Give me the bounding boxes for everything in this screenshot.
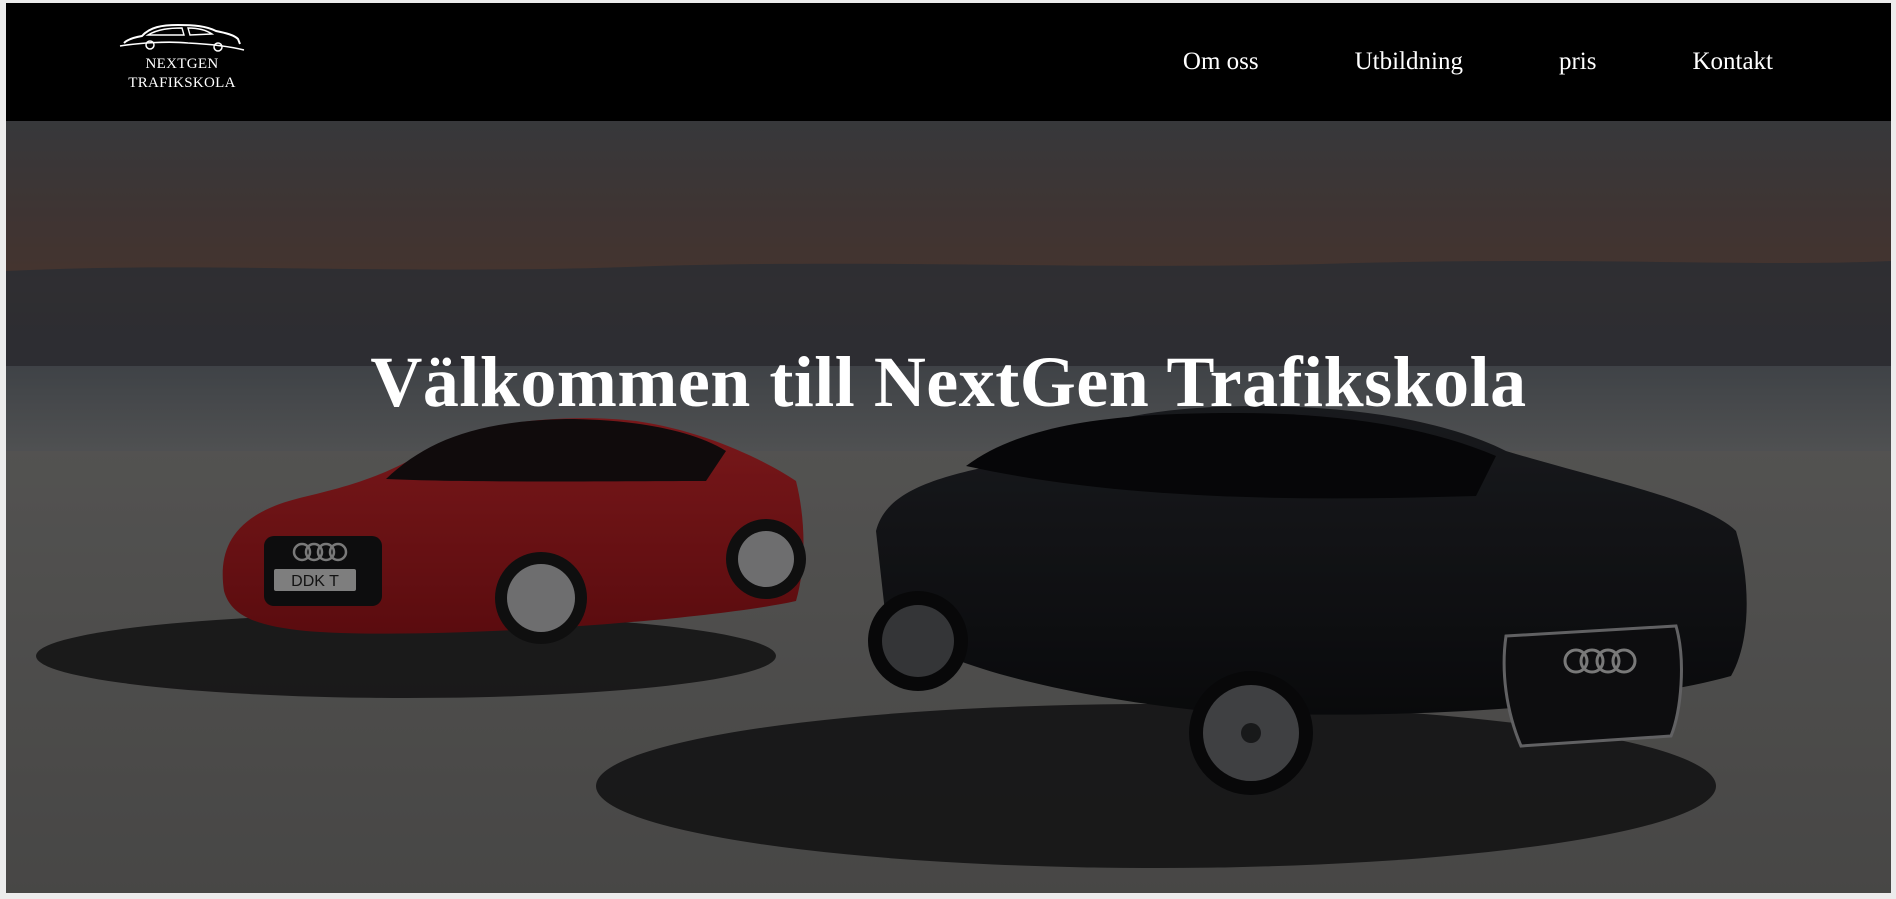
brand-logo[interactable]: NEXTGEN TRAFIKSKOLA (118, 17, 246, 97)
brand-wordmark: NEXTGEN TRAFIKSKOLA (118, 55, 246, 93)
site-header: NEXTGEN TRAFIKSKOLA Om oss Utbildning pr… (6, 3, 1891, 121)
hero-title: Välkommen till NextGen Trafikskola (370, 342, 1527, 422)
nav-link-om-oss[interactable]: Om oss (1183, 48, 1259, 76)
hero-background-image: DDK T (6, 121, 1891, 893)
nav-link-pris[interactable]: pris (1559, 48, 1597, 76)
car-silhouette-icon (119, 23, 245, 52)
nav-link-kontakt[interactable]: Kontakt (1692, 48, 1773, 76)
brand-line-1: NEXTGEN (145, 56, 219, 72)
nav-link-utbildning[interactable]: Utbildning (1355, 48, 1463, 76)
brand-line-2: TRAFIKSKOLA (128, 75, 236, 91)
hero-section: DDK T (6, 121, 1891, 893)
main-nav: Om oss Utbildning pris Kontakt (1183, 3, 1773, 121)
page-frame: NEXTGEN TRAFIKSKOLA Om oss Utbildning pr… (6, 3, 1891, 893)
